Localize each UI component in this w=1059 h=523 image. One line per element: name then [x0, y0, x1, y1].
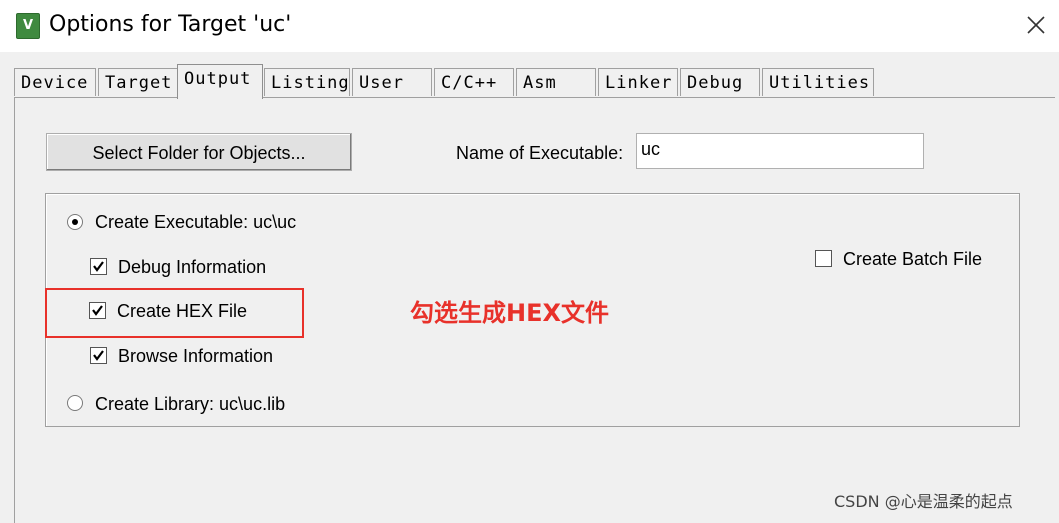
annotation-text: 勾选生成HEX文件 [410, 299, 609, 327]
create-library-label: Create Library: uc\uc.lib [95, 394, 286, 414]
tab-label: User [359, 73, 404, 93]
tab-label: Asm [523, 73, 557, 93]
create-executable-label: Create Executable: uc\uc [95, 212, 297, 232]
tab-label: Device [21, 73, 89, 93]
tab-label: Utilities [769, 73, 871, 93]
tab-user[interactable]: User [352, 68, 432, 96]
debug-information-label: Debug Information [118, 257, 267, 277]
create-batch-file-label: Create Batch File [843, 249, 983, 269]
keil-uvision-icon: V [16, 13, 40, 39]
tab-target[interactable]: Target [98, 68, 180, 96]
tab-label: Debug [687, 73, 744, 93]
browse-information-label: Browse Information [118, 346, 274, 366]
tab-listing[interactable]: Listing [264, 68, 350, 96]
checkmark-icon [93, 350, 104, 361]
window-title: Options for Target 'uc' [49, 12, 292, 37]
tab-label: Target [105, 73, 173, 93]
tab-linker[interactable]: Linker [598, 68, 678, 96]
close-button[interactable] [1019, 8, 1053, 42]
create-executable-radio[interactable] [67, 214, 83, 230]
tab-asm[interactable]: Asm [516, 68, 596, 96]
browse-information-checkbox[interactable] [90, 347, 107, 364]
tab-label: C/C++ [441, 73, 498, 93]
highlight-box [45, 288, 304, 338]
tab-output[interactable]: Output [177, 64, 263, 99]
tab-label: Linker [605, 73, 673, 93]
tab-utilities[interactable]: Utilities [762, 68, 874, 96]
radio-selected-dot [72, 219, 78, 225]
create-batch-file-checkbox[interactable] [815, 250, 832, 267]
name-of-executable-input[interactable]: uc [636, 133, 924, 169]
tab-c-cpp[interactable]: C/C++ [434, 68, 514, 96]
close-icon [1027, 16, 1045, 34]
debug-information-checkbox[interactable] [90, 258, 107, 275]
tab-label: Output [184, 69, 252, 89]
watermark: CSDN @心是温柔的起点 [834, 492, 1013, 511]
select-folder-button[interactable]: Select Folder for Objects... [46, 133, 352, 171]
tab-debug[interactable]: Debug [680, 68, 760, 96]
create-library-radio[interactable] [67, 395, 83, 411]
name-of-executable-label: Name of Executable: [456, 143, 624, 163]
tab-device[interactable]: Device [14, 68, 96, 96]
tab-label: Listing [271, 73, 350, 93]
checkmark-icon [93, 261, 104, 272]
title-bar: V Options for Target 'uc' [0, 0, 1059, 52]
